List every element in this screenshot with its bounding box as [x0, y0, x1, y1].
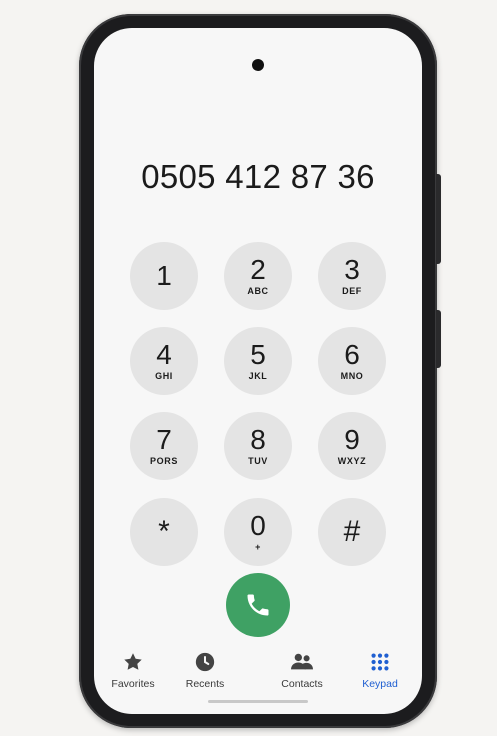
dialed-number: 0505 412 87 36	[141, 158, 375, 195]
phone-screen: 0505 412 87 36 1 2 ABC 3 DEF 4 GHI 5 JKL	[94, 28, 422, 714]
nav-favorites[interactable]: Favorites	[94, 650, 173, 690]
dialpad-icon	[367, 650, 393, 674]
key-letters: +	[255, 542, 261, 552]
nav-label: Contacts	[281, 678, 323, 690]
phone-icon	[247, 594, 269, 616]
key-letters: ABC	[247, 286, 269, 296]
nav-label: Recents	[185, 678, 225, 690]
nav-recents[interactable]: Recents	[165, 650, 245, 690]
nav-contacts[interactable]: Contacts	[262, 650, 342, 690]
bottom-navigation: Favorites Recents Contacts Keypad	[94, 650, 422, 700]
key-digit: 9	[344, 424, 360, 455]
key-digit: 4	[156, 339, 172, 370]
call-button[interactable]	[226, 573, 290, 637]
key-letters: PORS	[150, 456, 178, 466]
key-digit: 8	[250, 424, 266, 455]
key-letters: JKL	[248, 371, 268, 381]
nav-label: Keypad	[362, 678, 398, 690]
star-icon	[120, 650, 146, 674]
key-digit: 7	[156, 424, 172, 455]
volume-button	[436, 174, 441, 264]
phone-frame: 0505 412 87 36 1 2 ABC 3 DEF 4 GHI 5 JKL	[79, 14, 441, 728]
key-8[interactable]: 8 TUV	[224, 412, 292, 480]
key-letters: DEF	[342, 286, 362, 296]
nav-keypad[interactable]: Keypad	[340, 650, 420, 690]
power-button	[436, 310, 441, 368]
key-letters: WXYZ	[337, 456, 367, 466]
key-digit: 0	[250, 510, 266, 541]
front-camera	[252, 59, 264, 71]
key-0[interactable]: 0 +	[224, 498, 292, 566]
key-digit: 3	[344, 254, 360, 285]
key-digit: 5	[250, 339, 266, 370]
home-indicator[interactable]	[208, 700, 308, 703]
key-digit: 2	[250, 254, 266, 285]
key-7[interactable]: 7 PORS	[130, 412, 198, 480]
key-letters: MNO	[340, 371, 364, 381]
key-digit: *	[158, 515, 170, 548]
key-9[interactable]: 9 WXYZ	[318, 412, 386, 480]
nav-label: Favorites	[111, 678, 155, 690]
key-3[interactable]: 3 DEF	[318, 242, 386, 310]
people-icon	[289, 650, 315, 674]
key-digit: 1	[156, 260, 172, 291]
key-5[interactable]: 5 JKL	[224, 327, 292, 395]
key-hash[interactable]: #	[318, 498, 386, 566]
key-star[interactable]: *	[130, 498, 198, 566]
key-digit: #	[343, 515, 361, 548]
key-1[interactable]: 1	[130, 242, 198, 310]
clock-icon	[192, 650, 218, 674]
key-2[interactable]: 2 ABC	[224, 242, 292, 310]
key-4[interactable]: 4 GHI	[130, 327, 198, 395]
key-digit: 6	[344, 339, 360, 370]
key-letters: GHI	[155, 371, 173, 381]
key-6[interactable]: 6 MNO	[318, 327, 386, 395]
key-letters: TUV	[248, 456, 268, 466]
